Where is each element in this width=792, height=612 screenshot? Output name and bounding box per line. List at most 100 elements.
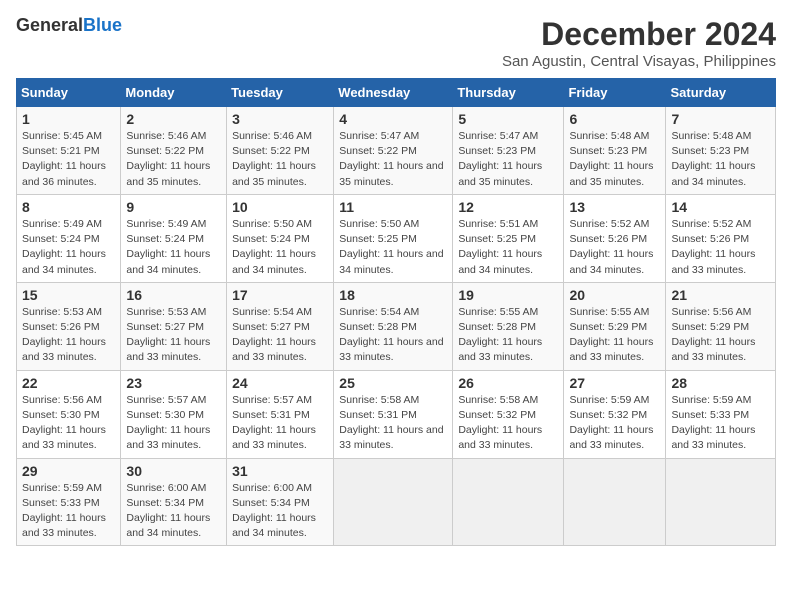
day-number: 29 [22,463,115,479]
day-info: Sunrise: 5:47 AM Sunset: 5:22 PM Dayligh… [339,129,447,190]
day-info: Sunrise: 6:00 AM Sunset: 5:34 PM Dayligh… [232,481,328,542]
list-item: 21 Sunrise: 5:56 AM Sunset: 5:29 PM Dayl… [666,282,776,370]
list-item: 18 Sunrise: 5:54 AM Sunset: 5:28 PM Dayl… [334,282,453,370]
list-item: 27 Sunrise: 5:59 AM Sunset: 5:32 PM Dayl… [564,370,666,458]
day-number: 17 [232,287,328,303]
table-row: 29 Sunrise: 5:59 AM Sunset: 5:33 PM Dayl… [17,458,776,546]
list-item: 2 Sunrise: 5:46 AM Sunset: 5:22 PM Dayli… [121,107,227,195]
day-number: 15 [22,287,115,303]
list-item: 14 Sunrise: 5:52 AM Sunset: 5:26 PM Dayl… [666,194,776,282]
list-item: 8 Sunrise: 5:49 AM Sunset: 5:24 PM Dayli… [17,194,121,282]
calendar-table: Sunday Monday Tuesday Wednesday Thursday… [16,78,776,546]
day-info: Sunrise: 5:46 AM Sunset: 5:22 PM Dayligh… [232,129,328,190]
list-item: 29 Sunrise: 5:59 AM Sunset: 5:33 PM Dayl… [17,458,121,546]
table-row: 8 Sunrise: 5:49 AM Sunset: 5:24 PM Dayli… [17,194,776,282]
day-info: Sunrise: 5:49 AM Sunset: 5:24 PM Dayligh… [126,217,221,278]
day-number: 16 [126,287,221,303]
page-subtitle: San Agustin, Central Visayas, Philippine… [502,53,776,70]
day-number: 12 [458,199,558,215]
list-item: 1 Sunrise: 5:45 AM Sunset: 5:21 PM Dayli… [17,107,121,195]
day-number: 8 [22,199,115,215]
day-number: 22 [22,375,115,391]
day-info: Sunrise: 5:50 AM Sunset: 5:25 PM Dayligh… [339,217,447,278]
day-info: Sunrise: 5:58 AM Sunset: 5:32 PM Dayligh… [458,393,558,454]
list-item: 4 Sunrise: 5:47 AM Sunset: 5:22 PM Dayli… [334,107,453,195]
list-item: 6 Sunrise: 5:48 AM Sunset: 5:23 PM Dayli… [564,107,666,195]
day-number: 7 [671,111,770,127]
day-number: 21 [671,287,770,303]
list-item: 12 Sunrise: 5:51 AM Sunset: 5:25 PM Dayl… [453,194,564,282]
day-number: 31 [232,463,328,479]
day-info: Sunrise: 5:46 AM Sunset: 5:22 PM Dayligh… [126,129,221,190]
day-info: Sunrise: 5:54 AM Sunset: 5:28 PM Dayligh… [339,305,447,366]
day-info: Sunrise: 5:50 AM Sunset: 5:24 PM Dayligh… [232,217,328,278]
list-item: 26 Sunrise: 5:58 AM Sunset: 5:32 PM Dayl… [453,370,564,458]
day-number: 1 [22,111,115,127]
list-item: 5 Sunrise: 5:47 AM Sunset: 5:23 PM Dayli… [453,107,564,195]
day-number: 28 [671,375,770,391]
day-info: Sunrise: 5:47 AM Sunset: 5:23 PM Dayligh… [458,129,558,190]
list-item: 20 Sunrise: 5:55 AM Sunset: 5:29 PM Dayl… [564,282,666,370]
day-info: Sunrise: 5:59 AM Sunset: 5:33 PM Dayligh… [671,393,770,454]
day-info: Sunrise: 5:55 AM Sunset: 5:28 PM Dayligh… [458,305,558,366]
page-title: December 2024 [502,16,776,53]
list-item: 3 Sunrise: 5:46 AM Sunset: 5:22 PM Dayli… [227,107,334,195]
day-number: 10 [232,199,328,215]
day-info: Sunrise: 5:56 AM Sunset: 5:29 PM Dayligh… [671,305,770,366]
day-info: Sunrise: 5:55 AM Sunset: 5:29 PM Dayligh… [569,305,660,366]
day-number: 13 [569,199,660,215]
day-number: 2 [126,111,221,127]
list-item: 11 Sunrise: 5:50 AM Sunset: 5:25 PM Dayl… [334,194,453,282]
day-number: 19 [458,287,558,303]
col-friday: Friday [564,79,666,107]
list-item: 23 Sunrise: 5:57 AM Sunset: 5:30 PM Dayl… [121,370,227,458]
day-info: Sunrise: 5:53 AM Sunset: 5:26 PM Dayligh… [22,305,115,366]
day-number: 24 [232,375,328,391]
day-number: 25 [339,375,447,391]
day-number: 26 [458,375,558,391]
list-item: 24 Sunrise: 5:57 AM Sunset: 5:31 PM Dayl… [227,370,334,458]
day-info: Sunrise: 5:57 AM Sunset: 5:31 PM Dayligh… [232,393,328,454]
page-header: GeneralBlue December 2024 San Agustin, C… [16,16,776,70]
list-item: 16 Sunrise: 5:53 AM Sunset: 5:27 PM Dayl… [121,282,227,370]
list-item: 31 Sunrise: 6:00 AM Sunset: 5:34 PM Dayl… [227,458,334,546]
day-info: Sunrise: 5:53 AM Sunset: 5:27 PM Dayligh… [126,305,221,366]
day-info: Sunrise: 5:58 AM Sunset: 5:31 PM Dayligh… [339,393,447,454]
day-info: Sunrise: 5:52 AM Sunset: 5:26 PM Dayligh… [569,217,660,278]
list-item: 19 Sunrise: 5:55 AM Sunset: 5:28 PM Dayl… [453,282,564,370]
day-number: 9 [126,199,221,215]
day-info: Sunrise: 5:48 AM Sunset: 5:23 PM Dayligh… [569,129,660,190]
day-info: Sunrise: 5:52 AM Sunset: 5:26 PM Dayligh… [671,217,770,278]
day-number: 23 [126,375,221,391]
day-number: 20 [569,287,660,303]
header-row: Sunday Monday Tuesday Wednesday Thursday… [17,79,776,107]
day-number: 6 [569,111,660,127]
list-item: 15 Sunrise: 5:53 AM Sunset: 5:26 PM Dayl… [17,282,121,370]
list-item [666,458,776,546]
day-info: Sunrise: 5:59 AM Sunset: 5:32 PM Dayligh… [569,393,660,454]
day-number: 14 [671,199,770,215]
list-item: 17 Sunrise: 5:54 AM Sunset: 5:27 PM Dayl… [227,282,334,370]
day-info: Sunrise: 5:54 AM Sunset: 5:27 PM Dayligh… [232,305,328,366]
list-item: 9 Sunrise: 5:49 AM Sunset: 5:24 PM Dayli… [121,194,227,282]
list-item: 7 Sunrise: 5:48 AM Sunset: 5:23 PM Dayli… [666,107,776,195]
list-item: 25 Sunrise: 5:58 AM Sunset: 5:31 PM Dayl… [334,370,453,458]
table-row: 15 Sunrise: 5:53 AM Sunset: 5:26 PM Dayl… [17,282,776,370]
day-info: Sunrise: 5:45 AM Sunset: 5:21 PM Dayligh… [22,129,115,190]
col-thursday: Thursday [453,79,564,107]
day-number: 27 [569,375,660,391]
day-info: Sunrise: 5:56 AM Sunset: 5:30 PM Dayligh… [22,393,115,454]
list-item: 28 Sunrise: 5:59 AM Sunset: 5:33 PM Dayl… [666,370,776,458]
list-item: 30 Sunrise: 6:00 AM Sunset: 5:34 PM Dayl… [121,458,227,546]
col-sunday: Sunday [17,79,121,107]
day-info: Sunrise: 6:00 AM Sunset: 5:34 PM Dayligh… [126,481,221,542]
col-saturday: Saturday [666,79,776,107]
col-wednesday: Wednesday [334,79,453,107]
title-area: December 2024 San Agustin, Central Visay… [502,16,776,70]
logo: GeneralBlue [16,16,122,36]
day-number: 3 [232,111,328,127]
day-info: Sunrise: 5:48 AM Sunset: 5:23 PM Dayligh… [671,129,770,190]
day-info: Sunrise: 5:49 AM Sunset: 5:24 PM Dayligh… [22,217,115,278]
day-number: 30 [126,463,221,479]
list-item: 22 Sunrise: 5:56 AM Sunset: 5:30 PM Dayl… [17,370,121,458]
